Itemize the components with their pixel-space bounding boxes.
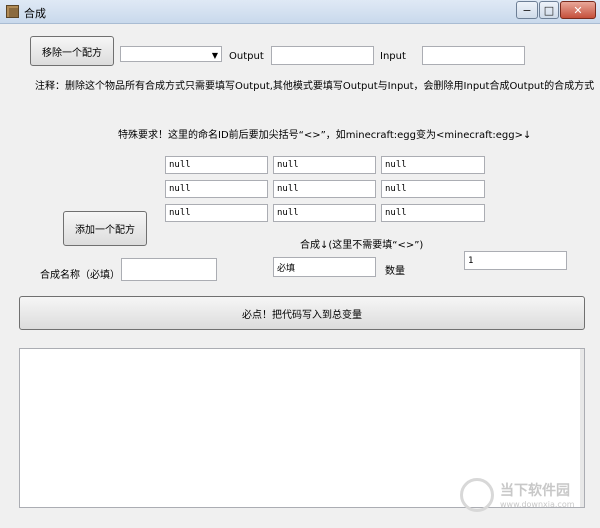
grid-slot-2-3[interactable]: null (381, 180, 485, 198)
close-button[interactable]: ✕ (560, 1, 596, 19)
recipe-name-label: 合成名称（必填） (40, 270, 120, 281)
watermark-text: 当下软件园 (500, 483, 570, 499)
grid-slot-3-1[interactable]: null (165, 204, 268, 222)
window-title: 合成 (24, 7, 46, 20)
minimize-button[interactable]: − (516, 1, 538, 19)
grid-slot-3-2[interactable]: null (273, 204, 376, 222)
grid-slot-3-3[interactable]: null (381, 204, 485, 222)
output-scrollbar[interactable] (580, 349, 584, 507)
grid-slot-1-2[interactable]: null (273, 156, 376, 174)
remove-recipe-button[interactable]: 移除一个配方 (30, 36, 114, 66)
add-recipe-button[interactable]: 添加一个配方 (63, 211, 147, 246)
grid-slot-1-3[interactable]: null (381, 156, 485, 174)
result-item-field[interactable]: 必填 (273, 257, 376, 277)
watermark-url: www.downxia.com (500, 500, 575, 509)
remove-input-label: Input (380, 51, 406, 62)
count-label: 数量 (385, 266, 405, 277)
grid-slot-2-2[interactable]: null (273, 180, 376, 198)
remove-note: 注释：删除这个物品所有合成方式只需要填写Output,其他模式要填写Output… (35, 81, 595, 92)
title-bar (0, 0, 600, 24)
grid-slot-1-1[interactable]: null (165, 156, 268, 174)
chevron-down-icon: ▼ (211, 51, 218, 60)
special-requirement-note: 特殊要求！这里的命名ID前后要加尖括号“<>”，如minecraft:egg变为… (118, 130, 532, 141)
crafting-table-icon (6, 5, 19, 18)
remove-output-field[interactable] (271, 46, 374, 65)
recipe-name-field[interactable] (121, 258, 217, 281)
write-to-variable-button[interactable]: 必点！把代码写入到总变量 (19, 296, 585, 330)
recipe-type-select[interactable]: ▼ (120, 46, 222, 62)
watermark-logo-icon (460, 478, 494, 512)
remove-output-label: Output (229, 51, 264, 62)
remove-input-field[interactable] (422, 46, 525, 65)
maximize-button[interactable]: □ (539, 1, 559, 19)
result-label: 合成↓(这里不需要填“<>”) (300, 240, 424, 251)
grid-slot-2-1[interactable]: null (165, 180, 268, 198)
count-field[interactable]: 1 (464, 251, 567, 270)
